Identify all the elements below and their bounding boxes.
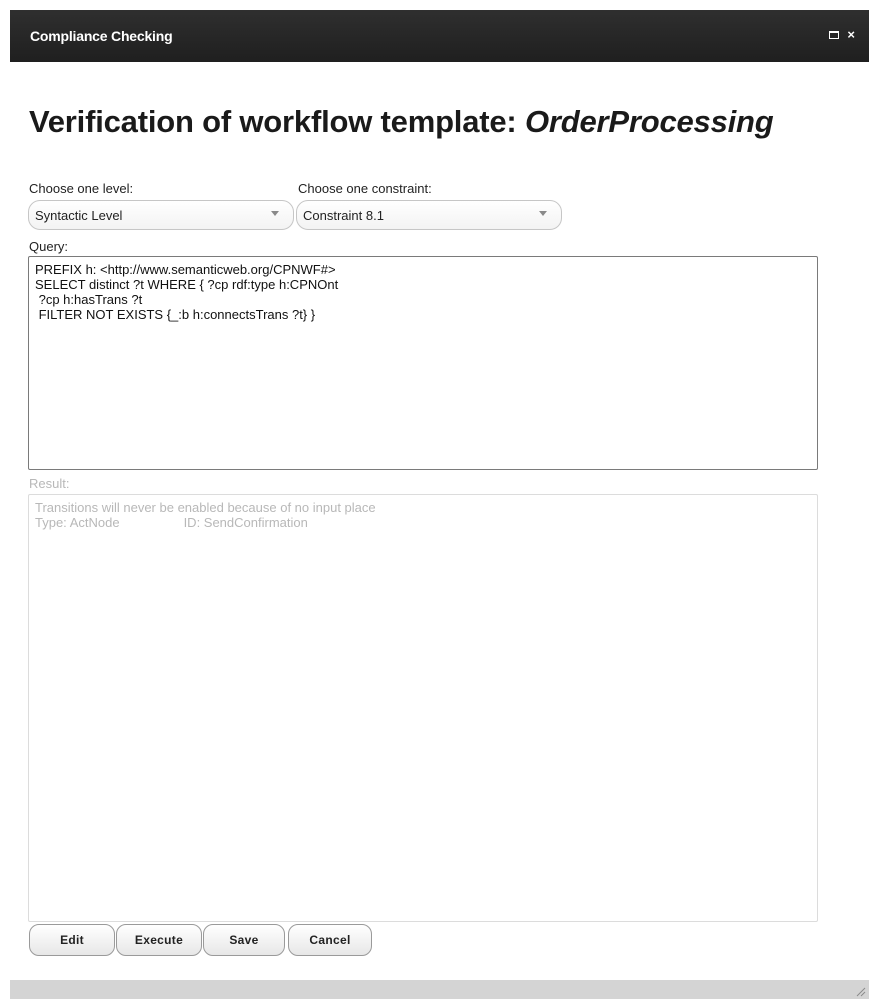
compliance-checking-dialog: Compliance Checking × Verification of wo… [0, 0, 869, 999]
edit-button[interactable]: Edit [29, 924, 115, 956]
template-name: OrderProcessing [524, 104, 774, 139]
result-detail-row: Type: ActNode ID: SendConfirmation [35, 515, 811, 530]
execute-button[interactable]: Execute [116, 924, 202, 956]
dialog-title: Compliance Checking [30, 28, 173, 44]
constraint-label: Choose one constraint: [298, 181, 432, 196]
maximize-icon[interactable] [829, 30, 840, 39]
status-bar [10, 980, 869, 999]
resize-grip-icon[interactable] [854, 985, 866, 997]
query-textarea[interactable]: PREFIX h: <http://www.semanticweb.org/CP… [28, 256, 818, 470]
window-controls: × [829, 28, 855, 41]
result-message: Transitions will never be enabled becaus… [35, 500, 376, 515]
constraint-select[interactable]: Constraint 8.1 [296, 200, 562, 230]
dialog-titlebar[interactable]: Compliance Checking × [10, 10, 869, 62]
query-label: Query: [29, 239, 69, 254]
chevron-down-icon [539, 211, 547, 216]
chevron-down-icon [271, 211, 279, 216]
level-label: Choose one level: [29, 181, 134, 196]
result-id: ID: SendConfirmation [183, 515, 308, 530]
level-select-value: Syntactic Level [35, 208, 123, 223]
page-title: Verification of workflow template: Order… [29, 104, 774, 140]
constraint-select-value: Constraint 8.1 [303, 208, 384, 223]
level-select[interactable]: Syntactic Level [28, 200, 294, 230]
result-label: Result: [29, 476, 70, 491]
result-type: Type: ActNode [35, 515, 120, 530]
close-icon[interactable]: × [847, 28, 855, 41]
page-title-prefix: Verification of workflow template: [29, 104, 525, 139]
save-button[interactable]: Save [203, 924, 285, 956]
result-textarea: Transitions will never be enabled becaus… [28, 494, 818, 922]
cancel-button[interactable]: Cancel [288, 924, 372, 956]
